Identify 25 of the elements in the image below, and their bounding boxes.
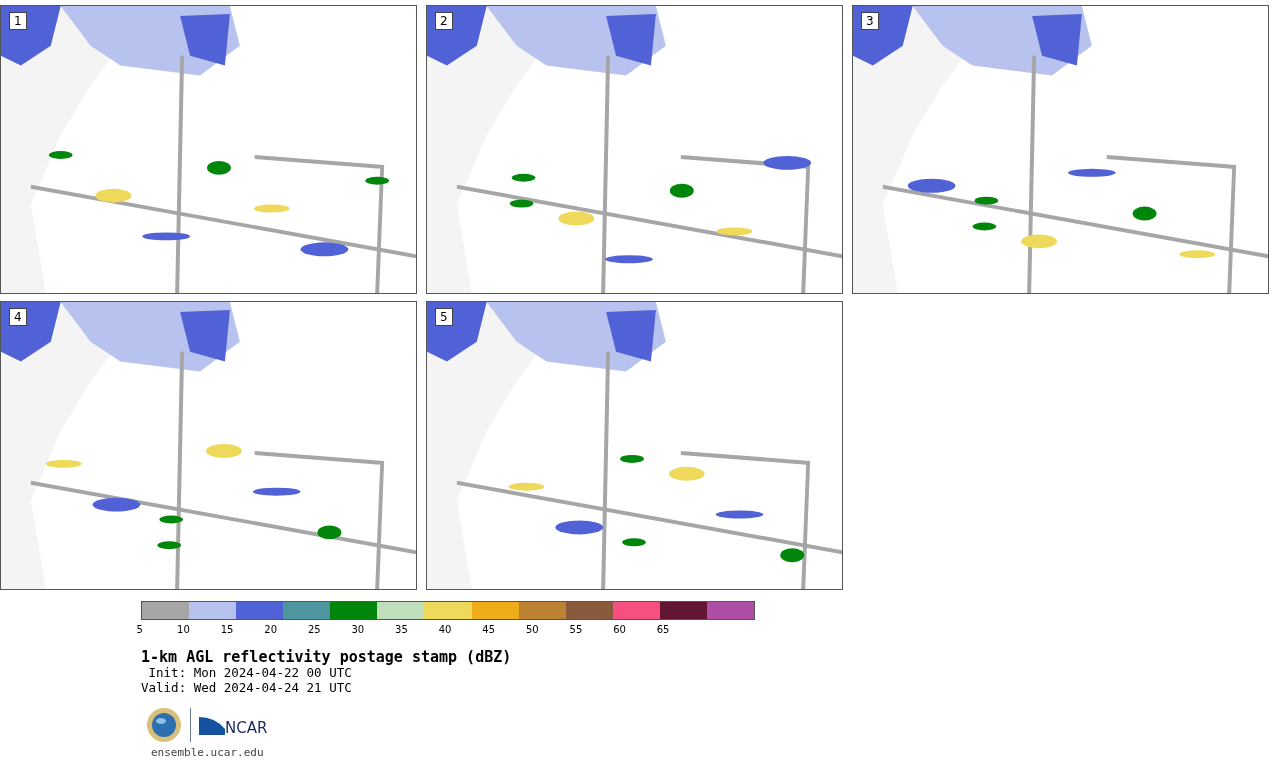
chart-title: 1-km AGL reflectivity postage stamp (dBZ)	[141, 649, 513, 667]
tick-label: 45	[482, 624, 496, 635]
tick-label: 60	[613, 624, 626, 635]
panel-number: 1	[9, 12, 27, 30]
tick-label: 25	[307, 624, 321, 635]
panel-number: 2	[435, 12, 453, 30]
panel-number: 3	[861, 12, 879, 30]
tick-label: 65	[656, 624, 670, 635]
tick-label: 55	[569, 624, 583, 635]
init-time: Init: Mon 2024-04-22 00 UTC	[147, 666, 353, 681]
panel-number: 4	[9, 308, 27, 326]
tick-label: 40	[438, 624, 452, 635]
tick-label: 35	[395, 624, 408, 635]
tick-label: 10	[177, 624, 190, 635]
tick-label: 5	[136, 624, 143, 635]
panel-number: 5	[435, 308, 453, 326]
tick-label: 15	[220, 624, 234, 635]
swoosh-logo-icon	[199, 715, 225, 735]
tick-label: 20	[264, 624, 277, 635]
tick-label: 30	[351, 624, 365, 635]
tick-label: 50	[525, 624, 539, 635]
website-url: ensemble.ucar.edu	[151, 747, 265, 760]
seal-logo-icon	[146, 707, 182, 743]
valid-time: Valid: Wed 2024-04-24 21 UTC	[141, 680, 353, 695]
logo-text: NCAR	[225, 719, 268, 739]
